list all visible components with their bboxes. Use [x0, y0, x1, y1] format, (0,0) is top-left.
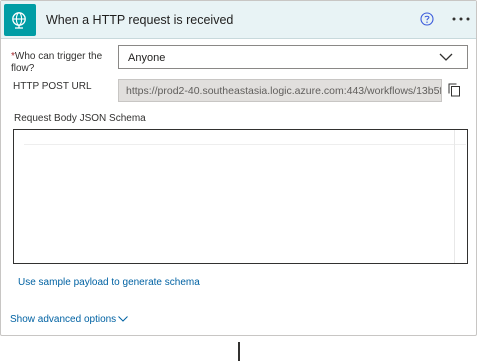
show-advanced-options-link[interactable]: Show advanced options — [10, 314, 116, 325]
editor-scrollbar-track[interactable] — [454, 130, 455, 263]
globe-trigger-icon — [4, 4, 36, 36]
canvas: When a HTTP request is received *Who can… — [0, 0, 479, 361]
card-header[interactable]: When a HTTP request is received — [1, 1, 476, 39]
dropdown-selected-value: Anyone — [128, 52, 166, 64]
use-sample-payload-link[interactable]: Use sample payload to generate schema — [18, 277, 200, 288]
http-post-url-label: HTTP POST URL — [13, 81, 92, 92]
request-body-schema-label: Request Body JSON Schema — [14, 113, 146, 124]
trigger-card: When a HTTP request is received *Who can… — [0, 0, 477, 336]
who-can-trigger-label: *Who can trigger the flow? — [11, 51, 111, 75]
chevron-down-icon[interactable] — [118, 316, 128, 322]
http-post-url-value: https://prod2-40.southeastasia.logic.azu… — [126, 85, 442, 97]
help-icon[interactable] — [420, 12, 434, 26]
flow-connector-line — [238, 342, 240, 361]
more-options-icon[interactable] — [452, 17, 470, 21]
http-post-url-field[interactable]: https://prod2-40.southeastasia.logic.azu… — [118, 79, 442, 102]
copy-icon[interactable] — [448, 83, 461, 97]
editor-line — [24, 144, 466, 145]
request-body-schema-editor[interactable] — [13, 129, 468, 264]
card-title: When a HTTP request is received — [46, 13, 234, 27]
who-can-trigger-label-text: Who can trigger the flow? — [11, 51, 103, 74]
who-can-trigger-dropdown[interactable]: Anyone — [118, 45, 468, 69]
chevron-down-icon — [439, 53, 453, 61]
